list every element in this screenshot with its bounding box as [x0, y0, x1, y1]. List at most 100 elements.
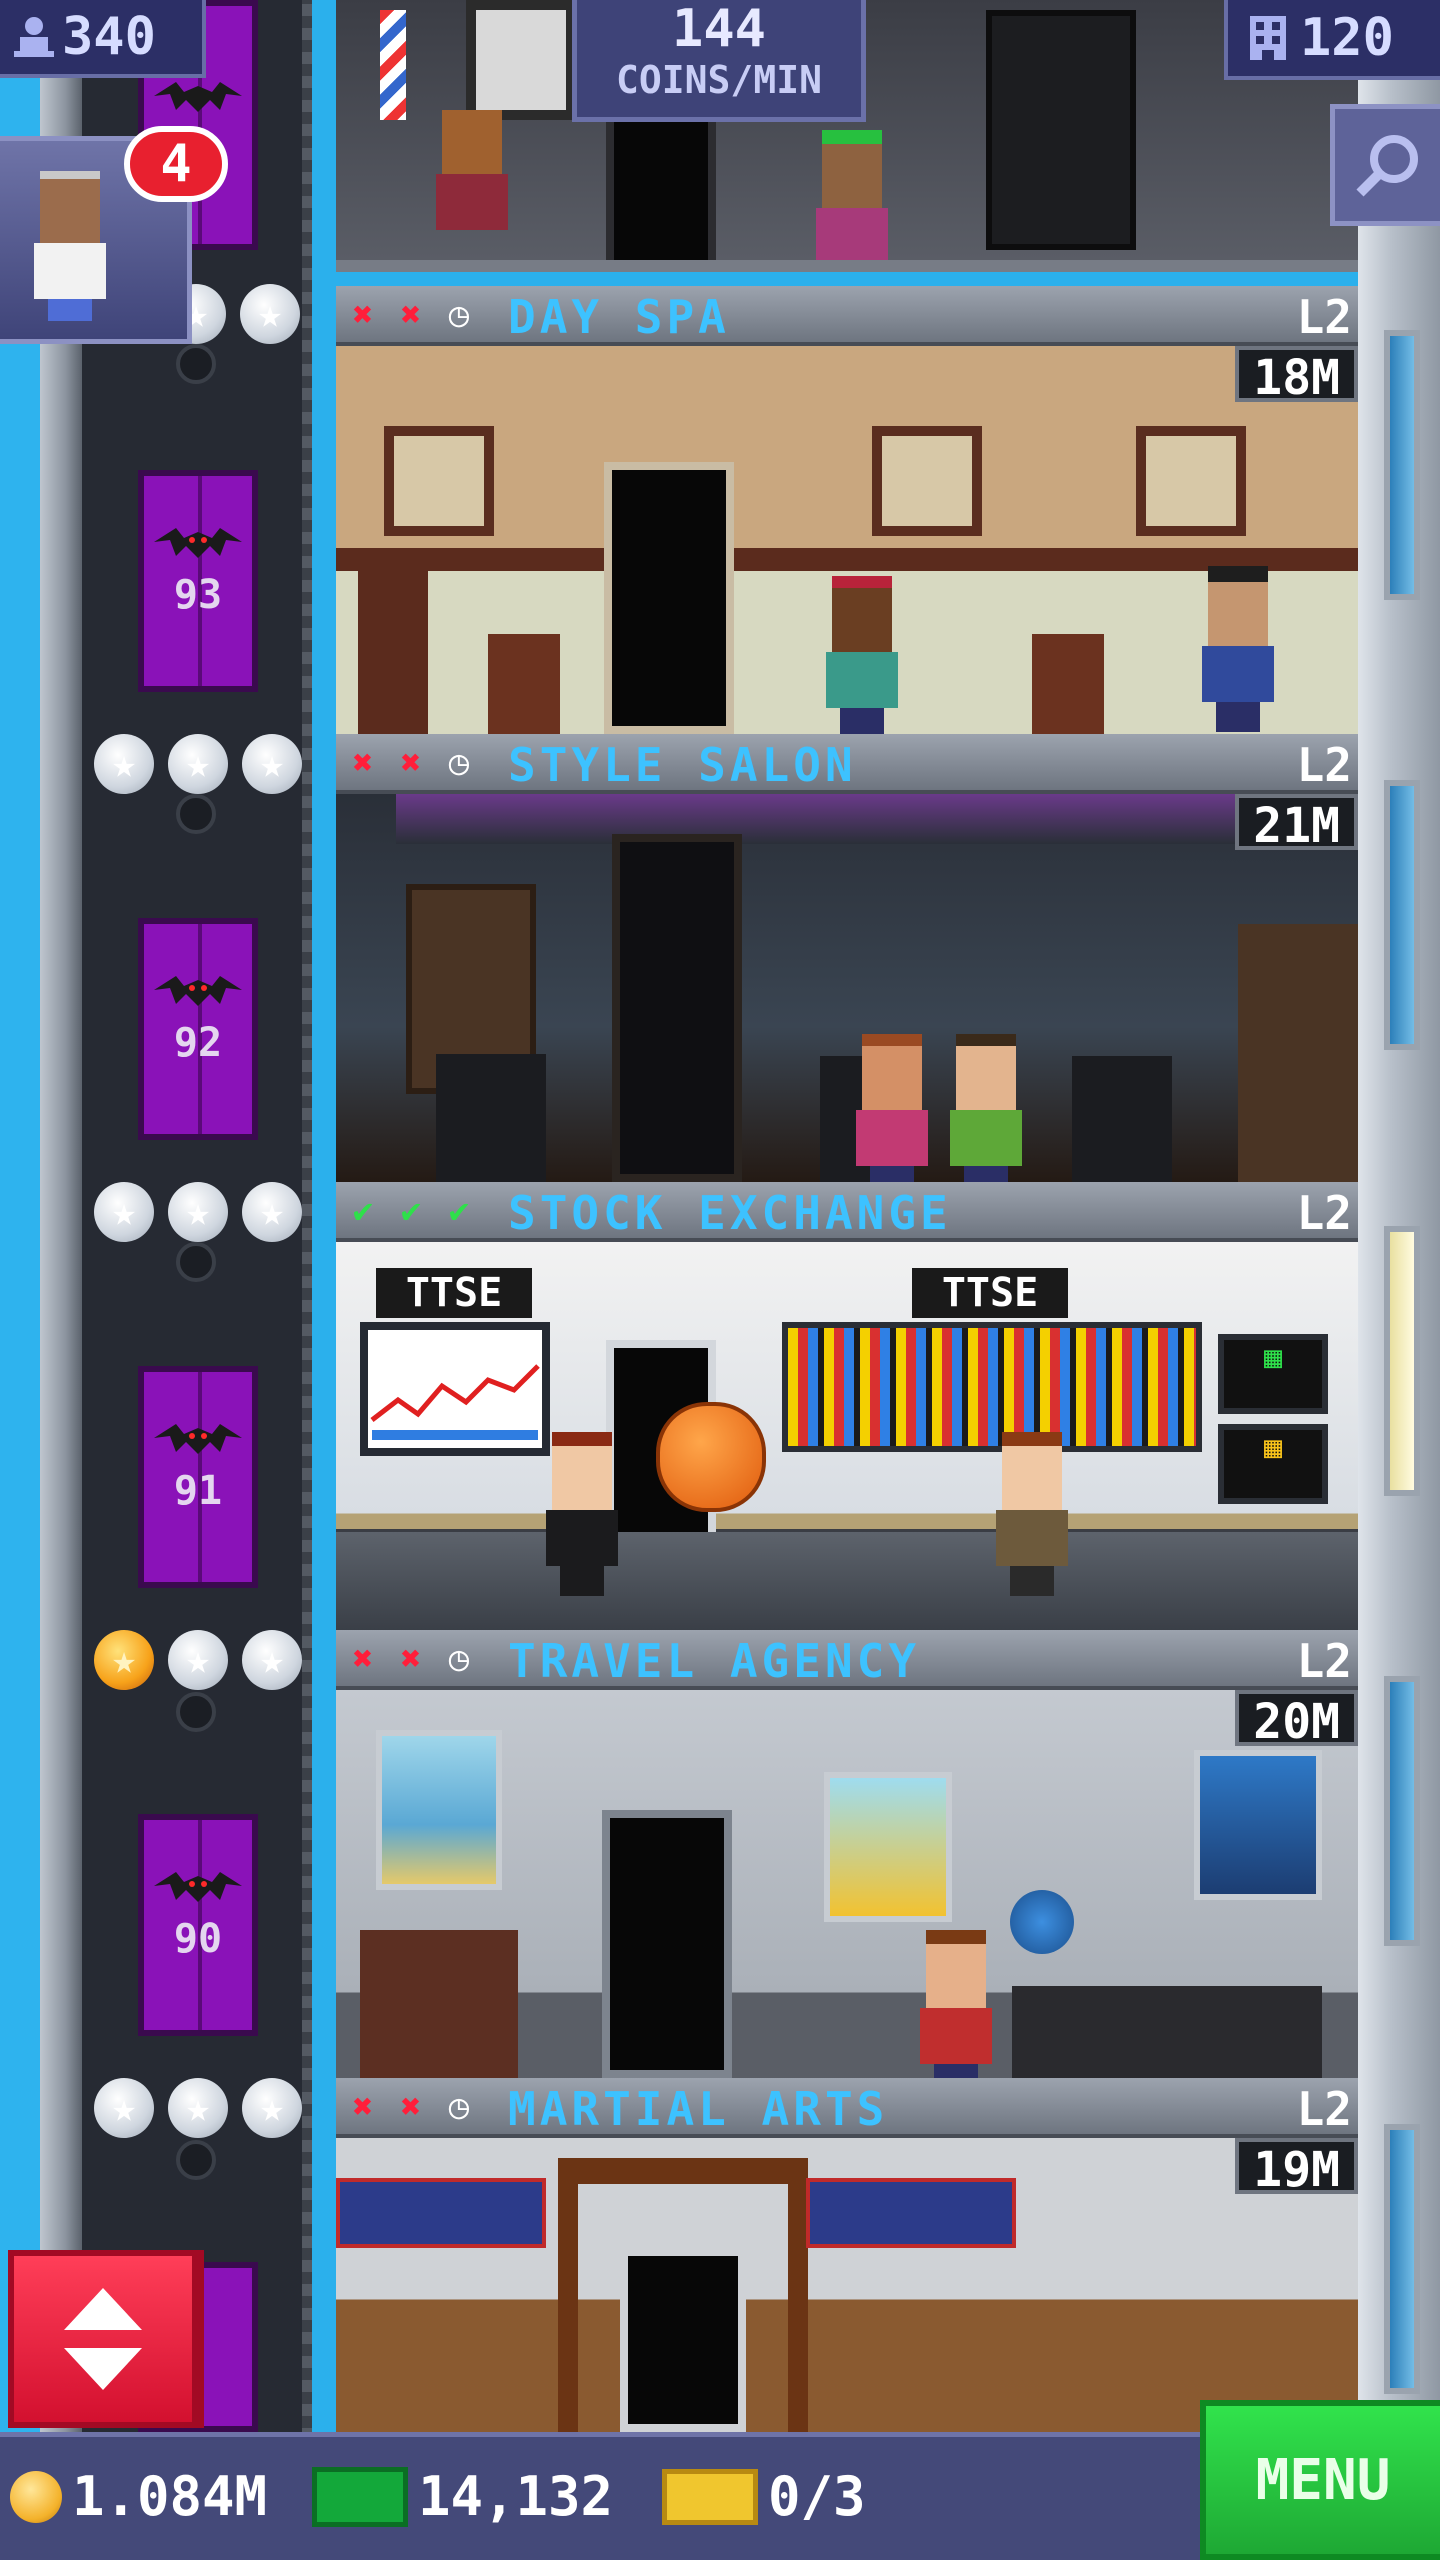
floor-lamp-indicator — [176, 344, 216, 384]
wall-picture — [1136, 426, 1246, 536]
elevator-door[interactable]: 91 — [138, 1366, 258, 1588]
floor-level: L2 — [1296, 1634, 1352, 1688]
star-icon: ★ — [242, 1630, 302, 1690]
elevator-door[interactable]: 93 — [138, 470, 258, 692]
building-icon — [1250, 16, 1286, 60]
floor-stock-exchange[interactable]: ✔ ✔ ✔ STOCK EXCHANGE L2 TTSE TTSE ▦ ▦ — [336, 1182, 1358, 1630]
travel-poster — [376, 1730, 502, 1890]
floor-name: DAY SPA — [508, 290, 730, 344]
population-value: 340 — [62, 7, 156, 67]
wall-picture — [872, 426, 982, 536]
agent-desk — [1012, 1986, 1322, 2078]
population-counter[interactable]: 340 — [0, 0, 206, 78]
bitizen-character — [546, 1432, 618, 1596]
bux-value: 14,132 — [418, 2465, 614, 2528]
bux-display[interactable]: 14,132 — [312, 2465, 613, 2528]
room-door — [602, 1810, 732, 2078]
bitizen-character — [996, 1432, 1068, 1596]
elevator-door[interactable]: 90 — [138, 1814, 258, 2036]
star-icon: ★ — [242, 734, 302, 794]
room-door — [620, 2248, 746, 2432]
brochure-shelf — [360, 1930, 518, 2078]
tower-wall-left — [40, 0, 82, 2440]
tickets-display[interactable]: 0/3 — [662, 2465, 866, 2528]
purple-valance — [396, 794, 1296, 844]
elevator-button[interactable] — [8, 2250, 204, 2428]
floor-header: ✖ ✖ ◷ TRAVEL AGENCY L2 — [336, 1630, 1358, 1690]
floor-name: TRAVEL AGENCY — [508, 1634, 921, 1688]
shelf-unit — [1238, 924, 1358, 1182]
star-icon: ★ — [168, 734, 228, 794]
tower-window — [1384, 2124, 1420, 2394]
stock-status: ✖ ✖ ◷ — [342, 2086, 480, 2128]
star-icon: ★ — [168, 1182, 228, 1242]
room-interior — [336, 2138, 1358, 2432]
monitor: ▦ — [1218, 1424, 1328, 1504]
star-icon: ★ — [240, 284, 300, 344]
tower-window — [1384, 1676, 1420, 1946]
out-of-stock-icon: ✖ — [352, 295, 374, 335]
clock-icon: ◷ — [448, 1639, 470, 1679]
travel-poster — [824, 1772, 952, 1922]
elevator-floor-number: 92 — [173, 1020, 223, 1066]
elevator-door[interactable]: 92 — [138, 918, 258, 1140]
coin-icon — [10, 2470, 62, 2523]
floor-travel-agency[interactable]: ✖ ✖ ◷ TRAVEL AGENCY L2 20M — [336, 1630, 1358, 2078]
wall-banner — [806, 2178, 1016, 2248]
room-door — [604, 462, 734, 734]
star-icon: ★ — [242, 1182, 302, 1242]
restock-timer: 20M — [1235, 1690, 1358, 1750]
line-chart-icon — [370, 1364, 540, 1440]
floor-level: L2 — [1296, 2082, 1352, 2136]
floor-day-spa[interactable]: ✖ ✖ ◷ DAY SPA L2 18M — [336, 286, 1358, 734]
golden-ticket-icon — [662, 2468, 758, 2525]
out-of-stock-icon: ✖ — [400, 1639, 422, 1679]
ticker-sign: TTSE — [912, 1268, 1068, 1318]
star-icon: ★ — [94, 2078, 154, 2138]
floor-lamp-indicator — [176, 1242, 216, 1282]
elevator-floor-number: 91 — [173, 1468, 223, 1514]
floor-level: L2 — [1296, 738, 1352, 792]
floor-header: ✖ ✖ ◷ DAY SPA L2 — [336, 286, 1358, 346]
floor-style-salon[interactable]: ✖ ✖ ◷ STYLE SALON L2 21M — [336, 734, 1358, 1182]
room-interior: TTSE TTSE ▦ ▦ — [336, 1242, 1358, 1630]
search-button[interactable] — [1330, 104, 1440, 226]
plant-stand — [488, 634, 560, 734]
bitizen-character — [816, 130, 888, 264]
shelf-cabinet — [986, 10, 1136, 250]
restock-timer: 18M — [1235, 346, 1358, 406]
coins-per-minute-panel: 144 COINS/MIN — [572, 0, 866, 122]
bat-icon — [154, 528, 242, 558]
floor-header: ✔ ✔ ✔ STOCK EXCHANGE L2 — [336, 1182, 1358, 1242]
star-icon: ★ — [94, 1182, 154, 1242]
out-of-stock-icon: ✖ — [400, 2087, 422, 2127]
room-door — [606, 110, 716, 270]
stock-status: ✖ ✖ ◷ — [342, 742, 480, 784]
bitizen-character — [856, 1034, 928, 1182]
coins-per-minute-value: 144 — [672, 0, 766, 59]
gold-star-icon: ★ — [94, 1630, 154, 1690]
ticker-board — [782, 1322, 1202, 1452]
magnifier-icon — [1355, 135, 1418, 197]
coins-value: 1.084M — [72, 2465, 268, 2528]
room-interior — [336, 794, 1358, 1182]
restock-timer: 19M — [1235, 2138, 1358, 2198]
star-icon: ★ — [168, 1630, 228, 1690]
tower-window — [1384, 1226, 1420, 1496]
floor-martial-arts[interactable]: ✖ ✖ ◷ MARTIAL ARTS L2 19M — [336, 2078, 1358, 2432]
floor-lamp-indicator — [176, 2140, 216, 2180]
floor-lamp-indicator — [176, 794, 216, 834]
room-door — [612, 834, 742, 1182]
visitor-avatar — [34, 171, 106, 321]
floor-header: ✖ ✖ ◷ STYLE SALON L2 — [336, 734, 1358, 794]
stock-status: ✔ ✔ ✔ — [342, 1190, 480, 1232]
room-interior — [336, 346, 1358, 734]
bitizen-character — [920, 1930, 992, 2078]
globe-icon — [1010, 1890, 1074, 1954]
monitor: ▦ — [1218, 1334, 1328, 1414]
menu-button[interactable]: MENU — [1200, 2400, 1440, 2560]
tower-window — [1384, 330, 1420, 600]
floor-count[interactable]: 120 — [1224, 0, 1440, 80]
out-of-stock-icon: ✖ — [352, 1639, 374, 1679]
tower-window — [1384, 780, 1420, 1050]
